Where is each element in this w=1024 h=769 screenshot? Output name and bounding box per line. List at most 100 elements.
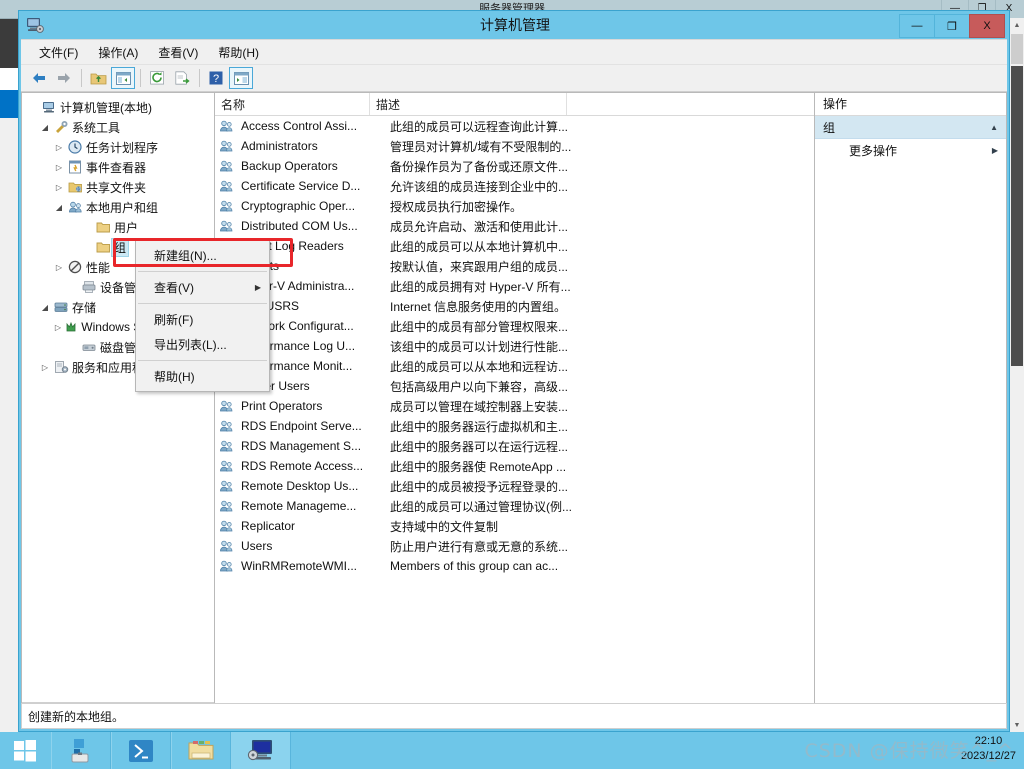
device-manager-icon (80, 279, 98, 295)
menu-help[interactable]: 帮助(H) (208, 42, 269, 63)
help-icon[interactable]: ? (204, 67, 228, 89)
twisty-icon[interactable]: ◢ (38, 123, 52, 132)
group-description-cell: 备份操作员为了备份或还原文件... (390, 159, 569, 174)
refresh-icon[interactable] (145, 67, 169, 89)
group-name-cell: Access Control Assi... (241, 119, 358, 133)
table-row[interactable]: Remote Desktop Us... 此组中的成员被授予远程登录的... (215, 476, 814, 496)
taskbar-powershell-icon[interactable] (111, 732, 171, 769)
twisty-icon[interactable]: ▷ (38, 363, 52, 372)
menu-file[interactable]: 文件(F) (29, 42, 88, 63)
column-header-name[interactable]: 名称 (215, 93, 370, 115)
table-row[interactable]: Certificate Service D... 允许该组的成员连接到企业中的..… (215, 176, 814, 196)
tree-item-system-tools[interactable]: ◢ 系统工具 (24, 117, 214, 137)
context-menu-item[interactable]: 查看(V) ▶ (136, 275, 269, 300)
taskbar-file-explorer-icon[interactable] (171, 732, 231, 769)
tree-item-event-viewer[interactable]: ▷ 事件查看器 (24, 157, 214, 177)
up-folder-icon[interactable] (86, 67, 110, 89)
maximize-button[interactable]: ❐ (934, 14, 970, 38)
list-rows: Access Control Assi... 此组的成员可以远程查询此计算... A… (215, 116, 814, 576)
table-row[interactable]: Remote Manageme... 此组的成员可以通过管理协议(例... (215, 496, 814, 516)
context-menu-item-label: 导出列表(L)... (154, 338, 227, 352)
taskbar-computer-management-icon[interactable] (231, 732, 291, 769)
tree-item-local-users-and-groups[interactable]: ◢ 本地用户和组 (24, 197, 214, 217)
table-row[interactable]: Replicator 支持域中的文件复制 (215, 516, 814, 536)
background-scrollbar-down-icon[interactable]: ▼ (1010, 718, 1024, 732)
table-row[interactable]: Administrators 管理员对计算机/域有不受限制的... (215, 136, 814, 156)
group-icon (215, 479, 241, 493)
tree-item-users[interactable]: 用户 (24, 217, 214, 237)
tree-item-shared-folders[interactable]: ▷ 23 共享文件夹 (24, 177, 214, 197)
background-scrollbar[interactable]: ▲ ▼ (1009, 18, 1024, 732)
group-icon (215, 199, 241, 213)
background-scrollbar-thumb[interactable] (1011, 34, 1023, 64)
twisty-icon[interactable]: ▷ (52, 323, 64, 332)
back-icon[interactable] (27, 67, 51, 89)
chevron-up-icon[interactable]: ▲ (990, 123, 998, 132)
storage-icon (52, 299, 70, 315)
action-label: 更多操作 (849, 143, 898, 158)
show-hide-tree-icon[interactable] (111, 67, 135, 89)
table-row[interactable]: WinRMRemoteWMI... Members of this group c… (215, 556, 814, 576)
tree-item-label: 用户 (114, 220, 139, 235)
group-name-cell: Remote Manageme... (241, 499, 357, 513)
table-row[interactable]: Performance Log U... 该组中的成员可以计划进行性能... (215, 336, 814, 356)
twisty-icon[interactable]: ▷ (52, 183, 66, 192)
table-row[interactable]: Event Log Readers 此组的成员可以从本地计算机中... (215, 236, 814, 256)
table-row[interactable]: Power Users 包括高级用户以向下兼容，高级... (215, 376, 814, 396)
table-row[interactable]: Access Control Assi... 此组的成员可以远程查询此计算... (215, 116, 814, 136)
twisty-icon[interactable]: ▷ (52, 263, 66, 272)
chevron-right-icon[interactable]: ▶ (992, 146, 998, 155)
table-row[interactable]: Performance Monit... 此组的成员可以从本地和远程访... (215, 356, 814, 376)
column-header-filler (567, 93, 814, 115)
table-row[interactable]: Hyper-V Administra... 此组的成员拥有对 Hyper-V 所有… (215, 276, 814, 296)
table-row[interactable]: IIS_IUSRS Internet 信息服务使用的内置组。 (215, 296, 814, 316)
table-row[interactable]: Cryptographic Oper... 授权成员执行加密操作。 (215, 196, 814, 216)
context-menu-item[interactable]: 新建组(N)... (136, 243, 269, 268)
context-menu-item[interactable]: 刷新(F) (136, 307, 269, 332)
export-list-icon[interactable] (170, 67, 194, 89)
action-more-actions[interactable]: 更多操作 ▶ (815, 139, 1006, 161)
close-button[interactable]: X (969, 14, 1005, 38)
forward-icon[interactable] (52, 67, 76, 89)
performance-icon (66, 259, 84, 275)
table-row[interactable]: Guests按默认值，来宾跟用户组的成员... (215, 256, 814, 276)
start-button[interactable] (0, 732, 50, 769)
taskbar-items (51, 732, 291, 769)
twisty-icon[interactable]: ◢ (52, 203, 66, 212)
twisty-icon[interactable]: ▷ (52, 163, 66, 172)
context-menu-item[interactable]: 帮助(H) (136, 364, 269, 389)
group-description-cell: 成员允许启动、激活和使用此计... (390, 219, 569, 234)
context-menu-item[interactable]: 导出列表(L)... (136, 332, 269, 357)
backup-icon (64, 319, 79, 335)
table-row[interactable]: Backup Operators 备份操作员为了备份或还原文件... (215, 156, 814, 176)
minimize-button[interactable]: — (899, 14, 935, 38)
group-name-cell: RDS Management S... (241, 439, 362, 453)
group-name-cell: Print Operators (241, 399, 323, 413)
twisty-icon[interactable]: ▷ (52, 143, 66, 152)
csdn-watermark: CSDN @保持微笑^_^ (804, 740, 1014, 762)
background-panel-dark (0, 18, 18, 68)
background-scrollbar-up-icon[interactable]: ▲ (1010, 18, 1024, 32)
group-description-cell: 管理员对计算机/域有不受限制的... (390, 139, 572, 154)
properties-icon[interactable] (229, 67, 253, 89)
tree-item-task-scheduler[interactable]: ▷ 任务计划程序 (24, 137, 214, 157)
taskbar-server-manager-icon[interactable] (51, 732, 111, 769)
tree-item-label: 存储 (72, 300, 97, 315)
tree-item-computer-management[interactable]: 计算机管理(本地) (24, 97, 214, 117)
table-row[interactable]: Distributed COM Us... 成员允许启动、激活和使用此计... (215, 216, 814, 236)
table-row[interactable]: RDS Remote Access... 此组中的服务器使 RemoteApp .… (215, 456, 814, 476)
group-description-cell: 此组的成员可以通过管理协议(例... (390, 499, 572, 514)
table-row[interactable]: Network Configurat... 此组中的成员有部分管理权限来... (215, 316, 814, 336)
table-row[interactable]: Print Operators 成员可以管理在域控制器上安装... (215, 396, 814, 416)
menu-view[interactable]: 查看(V) (148, 42, 208, 63)
table-row[interactable]: RDS Management S... 此组中的服务器可以在运行远程... (215, 436, 814, 456)
screen-root: 服务器管理器 — ❐ X ▲ ▼ 计算机管理 — ❐ X 文件(F) 操作(A)… (0, 0, 1024, 769)
column-header-description[interactable]: 描述 (370, 93, 567, 115)
table-row[interactable]: RDS Endpoint Serve... 此组中的服务器运行虚拟机和主... (215, 416, 814, 436)
twisty-icon[interactable]: ◢ (38, 303, 52, 312)
actions-group-header[interactable]: 组 ▲ (815, 116, 1006, 139)
group-icon (215, 219, 241, 233)
menu-action[interactable]: 操作(A) (88, 42, 148, 63)
chevron-right-icon[interactable]: ▶ (255, 283, 261, 292)
table-row[interactable]: Users 防止用户进行有意或无意的系统... (215, 536, 814, 556)
